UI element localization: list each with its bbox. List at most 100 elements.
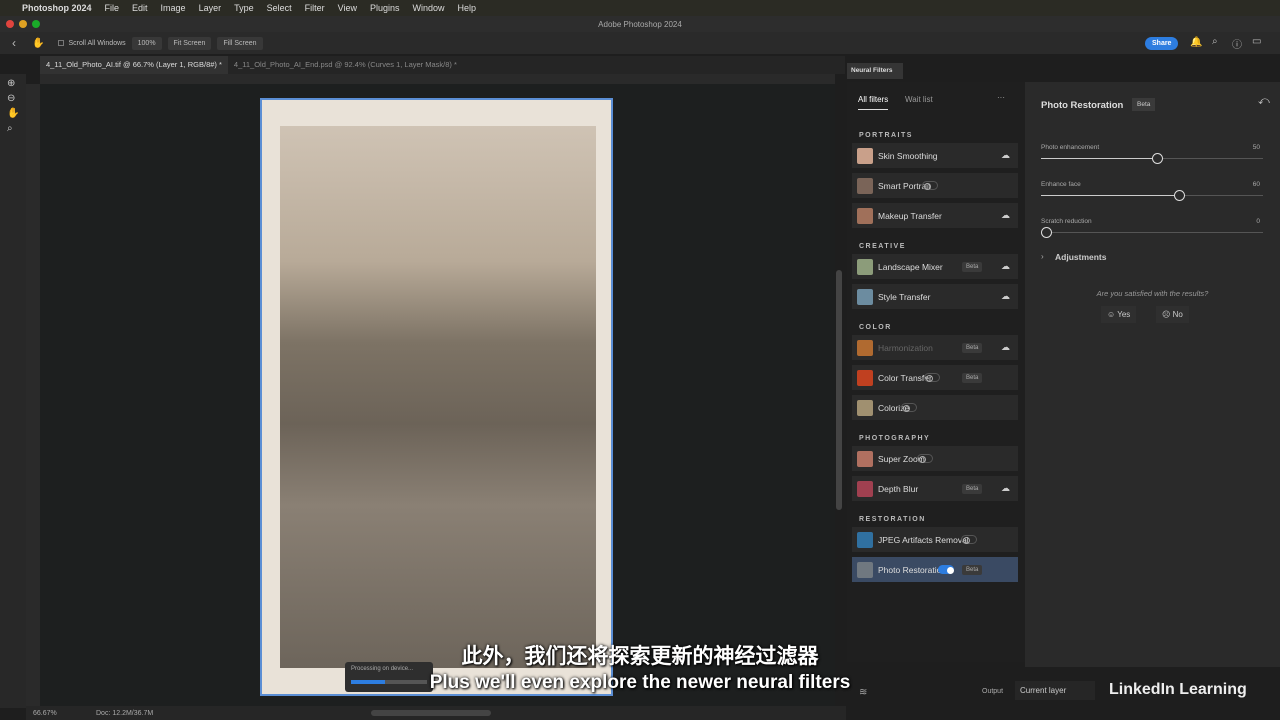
slider-handle[interactable] bbox=[1152, 153, 1163, 164]
old-photo bbox=[280, 126, 596, 668]
status-bar: 66.67% Doc: 12.2M/36.7M bbox=[26, 706, 846, 720]
filter-label: JPEG Artifacts Removal bbox=[878, 534, 969, 545]
slider-track[interactable] bbox=[1041, 227, 1263, 238]
menu-view[interactable]: View bbox=[338, 3, 357, 13]
adjustments-toggle[interactable]: Adjustments bbox=[1055, 252, 1106, 262]
cloud-download-icon[interactable]: ☁ bbox=[1001, 210, 1010, 221]
menu-help[interactable]: Help bbox=[458, 3, 477, 13]
filter-thumbnail bbox=[857, 288, 873, 305]
filter-item[interactable]: Style Transfer ☁ bbox=[852, 284, 1018, 309]
cloud-download-icon[interactable]: ☁ bbox=[1001, 150, 1010, 161]
menu-image[interactable]: Image bbox=[161, 3, 186, 13]
help-icon[interactable]: ⓘ bbox=[1232, 36, 1242, 51]
tab-document-1[interactable]: 4_11_Old_Photo_AI.tif @ 66.7% (Layer 1, … bbox=[40, 56, 228, 74]
magnifier-icon[interactable]: ⌕ bbox=[7, 123, 19, 134]
cloud-download-icon[interactable]: ☁ bbox=[1001, 342, 1010, 353]
slider-track[interactable] bbox=[1041, 153, 1263, 164]
filter-thumbnail bbox=[857, 147, 873, 164]
zoom-out-icon[interactable]: ⊖ bbox=[7, 93, 19, 104]
share-button[interactable]: Share bbox=[1145, 37, 1179, 50]
filter-item[interactable]: Depth Blur Beta ☁ bbox=[852, 476, 1018, 501]
chevron-right-icon[interactable]: › bbox=[1041, 252, 1044, 261]
filter-item[interactable]: Makeup Transfer ☁ bbox=[852, 203, 1018, 228]
filter-thumbnail bbox=[857, 399, 873, 416]
horizontal-ruler bbox=[40, 74, 835, 84]
filter-item[interactable]: Landscape Mixer Beta ☁ bbox=[852, 254, 1018, 279]
hand-icon[interactable]: ✋ bbox=[7, 108, 19, 119]
filter-thumbnail bbox=[857, 339, 873, 356]
filter-toggle[interactable] bbox=[960, 535, 977, 544]
slider-label: Enhance face bbox=[1041, 181, 1081, 188]
filter-item[interactable]: Colorize bbox=[852, 395, 1018, 420]
scroll-all-checkbox[interactable] bbox=[58, 40, 65, 46]
zoom-in-icon[interactable]: ⊕ bbox=[7, 78, 19, 89]
menu-file[interactable]: File bbox=[105, 3, 120, 13]
filter-item[interactable]: Smart Portrait bbox=[852, 173, 1018, 198]
filter-thumbnail bbox=[857, 531, 873, 548]
menu-filter[interactable]: Filter bbox=[305, 3, 325, 13]
vertical-scrollbar[interactable] bbox=[836, 270, 842, 510]
document-image[interactable] bbox=[260, 98, 613, 696]
fill-screen-button[interactable]: Fill Screen bbox=[217, 36, 263, 50]
fit-screen-button[interactable]: Fit Screen bbox=[167, 36, 212, 50]
frown-icon: ☹ bbox=[1162, 310, 1173, 319]
filter-toggle[interactable] bbox=[901, 403, 918, 412]
slider-value: 50 bbox=[1252, 144, 1260, 151]
zoom-level[interactable]: 66.67% bbox=[33, 710, 57, 717]
filter-item[interactable]: Color Transfer Beta bbox=[852, 365, 1018, 390]
menu-layer[interactable]: Layer bbox=[199, 3, 222, 13]
filter-label: Style Transfer bbox=[878, 291, 931, 302]
cloud-download-icon[interactable]: ☁ bbox=[1001, 483, 1010, 494]
more-options-icon[interactable]: ··· bbox=[997, 93, 1005, 102]
no-button[interactable]: ☹ No bbox=[1156, 306, 1189, 323]
category-photography: PHOTOGRAPHY bbox=[859, 435, 931, 442]
filter-toggle[interactable] bbox=[938, 565, 955, 574]
menu-type[interactable]: Type bbox=[234, 3, 254, 13]
menu-select[interactable]: Select bbox=[267, 3, 292, 13]
hand-tool-icon[interactable]: ✋ bbox=[32, 38, 44, 49]
subtitle-english: Plus we'll even explore the newer neural… bbox=[429, 672, 851, 693]
filter-item[interactable]: Super Zoom bbox=[852, 446, 1018, 471]
filter-thumbnail bbox=[857, 258, 873, 275]
slider-handle[interactable] bbox=[1041, 227, 1052, 238]
workspace-icon[interactable]: ▭ bbox=[1252, 36, 1261, 47]
filter-list: All filters Wait list ··· PORTRAITS CREAT… bbox=[847, 82, 1025, 662]
bell-icon[interactable]: 🔔 bbox=[1190, 37, 1202, 48]
slider-track[interactable] bbox=[1041, 190, 1263, 201]
title-bar: Adobe Photoshop 2024 bbox=[0, 16, 1280, 32]
cloud-download-icon[interactable]: ☁ bbox=[1001, 261, 1010, 272]
menu-plugins[interactable]: Plugins bbox=[370, 3, 400, 13]
slider-handle[interactable] bbox=[1174, 190, 1186, 201]
horizontal-scrollbar[interactable] bbox=[371, 710, 491, 716]
menu-bar: Photoshop 2024 File Edit Image Layer Typ… bbox=[0, 0, 1280, 16]
tab-all-filters[interactable]: All filters bbox=[858, 95, 889, 110]
filter-label: Depth Blur bbox=[878, 483, 919, 494]
filter-toggle[interactable] bbox=[922, 181, 939, 190]
filter-item[interactable]: Skin Smoothing ☁ bbox=[852, 143, 1018, 168]
filter-toggle[interactable] bbox=[916, 454, 933, 463]
filter-item[interactable]: Photo Restoration Beta bbox=[852, 557, 1018, 582]
app-menu[interactable]: Photoshop 2024 bbox=[22, 3, 92, 13]
tab-document-2[interactable]: 4_11_Old_Photo_AI_End.psd @ 92.4% (Curve… bbox=[228, 56, 463, 74]
cloud-download-icon[interactable]: ☁ bbox=[1001, 291, 1010, 302]
back-icon[interactable]: ‹ bbox=[12, 36, 16, 50]
options-bar: ‹ ✋ Scroll All Windows 100% Fit Screen F… bbox=[0, 32, 1280, 54]
filter-thumbnail bbox=[857, 207, 873, 224]
beta-badge: Beta bbox=[1132, 98, 1156, 111]
yes-button[interactable]: ☺ Yes bbox=[1101, 306, 1137, 323]
category-creative: CREATIVE bbox=[859, 243, 906, 250]
filter-item[interactable]: JPEG Artifacts Removal bbox=[852, 527, 1018, 552]
filter-thumbnail bbox=[857, 177, 873, 194]
document-tabs: 4_11_Old_Photo_AI.tif @ 66.7% (Layer 1, … bbox=[40, 56, 845, 74]
search-icon[interactable]: ⌕ bbox=[1212, 36, 1218, 47]
slider-value: 0 bbox=[1256, 218, 1260, 225]
filter-item[interactable]: Harmonization Beta ☁ bbox=[852, 335, 1018, 360]
zoom-100-button[interactable]: 100% bbox=[131, 36, 162, 50]
menu-edit[interactable]: Edit bbox=[132, 3, 148, 13]
tab-wait-list[interactable]: Wait list bbox=[905, 95, 933, 104]
scroll-all-label: Scroll All Windows bbox=[68, 39, 126, 47]
reset-icon[interactable]: ⤺ bbox=[1258, 95, 1270, 108]
neural-filters-panel-tab[interactable]: Neural Filters bbox=[847, 63, 903, 79]
menu-window[interactable]: Window bbox=[413, 3, 445, 13]
filter-toggle[interactable] bbox=[923, 373, 940, 382]
